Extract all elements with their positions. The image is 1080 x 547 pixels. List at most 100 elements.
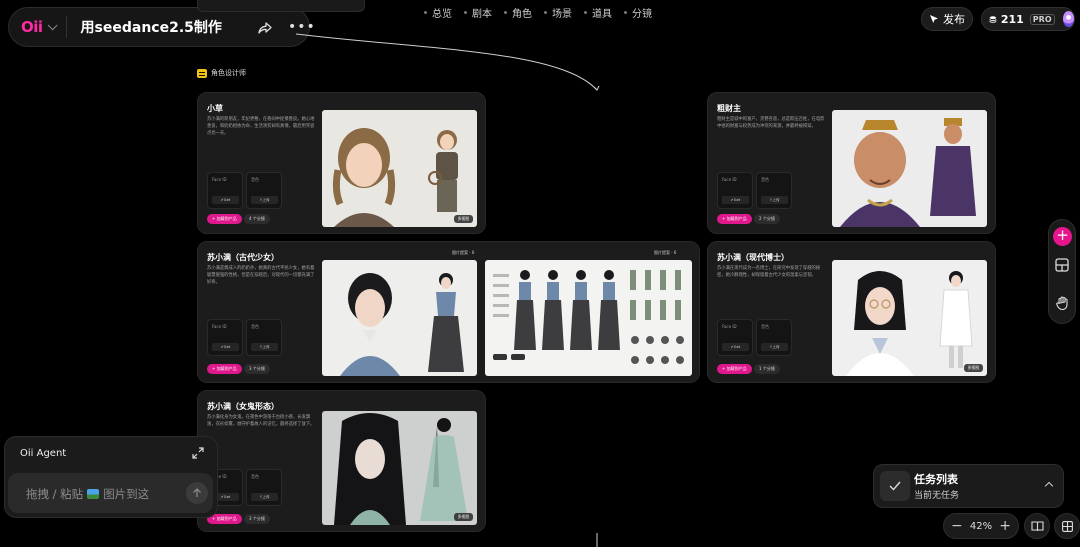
task-list-panel[interactable]: 任务列表 当前无任务 — [873, 464, 1064, 508]
character-name: 小草 — [207, 104, 223, 113]
hand-icon[interactable] — [1055, 295, 1071, 311]
task-list-title: 任务列表 — [914, 473, 958, 486]
task-list-status: 当前无任务 — [914, 491, 960, 501]
reference-tag[interactable]: + 加载到产品 — [717, 214, 752, 224]
get-button[interactable]: ✔ Get — [212, 196, 239, 204]
multi-view-badge[interactable]: 多视图 — [453, 215, 473, 223]
project-menu[interactable]: Oii 用seedance2.5制作 ••• — [8, 7, 315, 47]
zoom-level[interactable]: 42% — [970, 521, 992, 532]
multi-view-badge[interactable]: 多视图 — [453, 513, 473, 521]
upload-button[interactable]: ⇪ 上传 — [761, 196, 788, 204]
plus-icon[interactable]: + — [1053, 227, 1072, 246]
character-description: 苏小满的新朋友，年纪更稚，在巷间中捉摸善良。她心地善良，和奶奶相依为命，生活清贫… — [207, 117, 315, 136]
publish-label: 发布 — [943, 13, 965, 26]
send-icon — [930, 15, 938, 23]
agent-input[interactable]: 拖拽 / 粘贴 图片到这 — [8, 473, 213, 513]
nav-item-overview[interactable]: 总览 — [424, 5, 452, 20]
app-logo[interactable]: Oii — [21, 18, 43, 36]
character-card[interactable]: 小草 苏小满的新朋友，年纪更稚，在巷间中捉摸善良。她心地善良，和奶奶相依为命，生… — [197, 92, 486, 234]
grid-button[interactable] — [1054, 513, 1080, 539]
avatar[interactable] — [1062, 11, 1074, 27]
character-description: 苏小满在现代成为一名博士，在研究中发现了穿越的秘密，她冷静理性，却保留着古代少女… — [717, 266, 821, 278]
agent-panel: Oii Agent 拖拽 / 粘贴 图片到这 — [4, 436, 218, 518]
upload-button[interactable]: ⇪ 上传 — [761, 343, 788, 351]
character-description: 苏小满化身为女鬼，在夜色中游荡于古街小巷，长发飘逸，衣衫如雾，她守护着故人的记忆… — [207, 415, 315, 427]
character-card[interactable]: 苏小满（女鬼形态） 苏小满化身为女鬼，在夜色中游荡于古街小巷，长发飘逸，衣衫如雾… — [197, 390, 486, 532]
shot-count-tag[interactable]: 1 个分镜 — [754, 364, 780, 374]
pro-badge: PRO — [1029, 13, 1055, 25]
face-id-slot[interactable]: Face ID ✔ Get — [717, 319, 753, 356]
reference-tag[interactable]: + 加载到产品 — [717, 364, 752, 374]
reference-tag[interactable]: + 加载到产品 — [207, 214, 242, 224]
voice-slot[interactable]: 音色 ⇪ 上传 — [756, 172, 792, 209]
face-id-slot[interactable]: Face ID ✔ Get — [207, 172, 243, 209]
upload-button[interactable]: ⇪ 上传 — [251, 343, 278, 351]
shot-count-tag[interactable]: 3 个分镜 — [244, 364, 270, 374]
character-card[interactable]: 苏小满（古代少女） 苏小满是偶成人的奶奶孙，她真的古代平民少女，她有着聪慧倔强的… — [197, 241, 700, 383]
nav-item-storyboard[interactable]: 分镜 — [624, 5, 652, 20]
nav-item-scenes[interactable]: 场景 — [544, 5, 572, 20]
expand-icon[interactable] — [192, 447, 204, 459]
nav-item-script[interactable]: 剧本 — [464, 5, 492, 20]
shot-count-tag[interactable]: 4 个分镜 — [244, 214, 270, 224]
credits-count: 211 — [1000, 12, 1024, 26]
grid-icon — [1061, 520, 1073, 532]
upload-button[interactable]: ⇪ 上传 — [251, 196, 278, 204]
voice-slot[interactable]: 音色 ⇪ 上传 — [756, 319, 792, 356]
character-image[interactable] — [832, 110, 987, 227]
face-id-slot[interactable]: Face ID ✔ Get — [717, 172, 753, 209]
project-title[interactable]: 用seedance2.5制作 — [81, 17, 222, 37]
minimap-button[interactable] — [1024, 513, 1050, 539]
share-icon[interactable] — [257, 20, 273, 36]
image-proposal-tag[interactable]: 图片提案 · 6 — [452, 250, 474, 256]
voice-slot[interactable]: 音色 ⇪ 上传 — [246, 319, 282, 356]
character-name: 苏小满（现代博士） — [717, 253, 789, 262]
character-name: 苏小满（古代少女） — [207, 253, 279, 262]
chevron-down-icon[interactable] — [47, 19, 58, 30]
reference-tag[interactable]: + 加载到产品 — [207, 364, 242, 374]
check-icon — [880, 471, 910, 501]
node-fragment — [197, 0, 365, 12]
canvas-toolbar: + — [1048, 219, 1076, 324]
send-button[interactable] — [186, 482, 208, 504]
sunglasses-emoji-icon — [197, 68, 207, 78]
character-card[interactable]: 苏小满（现代博士） 苏小满在现代成为一名博士，在研究中发现了穿越的秘密，她冷静理… — [707, 241, 996, 383]
upload-button[interactable]: ⇪ 上传 — [251, 493, 278, 501]
section-label: 角色设计师 — [197, 68, 246, 78]
get-button[interactable]: ✔ Get — [722, 196, 749, 204]
character-image[interactable]: 多视图 — [322, 110, 477, 227]
character-description: 粗财主是城中的富户，贪婪吝啬，总是欺压百姓，在电影中他的财富与权势成为冲突的来源… — [717, 117, 825, 129]
divider — [65, 16, 67, 38]
character-image[interactable] — [322, 260, 477, 376]
layout-icon[interactable] — [1055, 258, 1069, 272]
credits-badge[interactable]: 211 PRO — [981, 7, 1075, 31]
get-button[interactable]: ✔ Get — [722, 343, 749, 351]
image-proposal-tag[interactable]: 图片提案 · 6 — [654, 250, 676, 256]
turnaround-sheet[interactable] — [485, 260, 692, 376]
arrow-up-icon — [193, 488, 201, 497]
voice-slot[interactable]: 音色 ⇪ 上传 — [246, 172, 282, 209]
nav-item-props[interactable]: 道具 — [584, 5, 612, 20]
shot-count-tag[interactable]: 3 个分镜 — [244, 514, 270, 524]
chevron-up-icon[interactable] — [1044, 481, 1054, 491]
character-name: 粗财主 — [717, 104, 741, 113]
top-nav: 总览 剧本 角色 场景 道具 分镜 — [424, 5, 652, 20]
image-icon — [87, 489, 100, 499]
coin-stack-icon — [989, 15, 997, 23]
character-card[interactable]: 粗财主 粗财主是城中的富户，贪婪吝啬，总是欺压百姓，在电影中他的财富与权势成为冲… — [707, 92, 996, 234]
character-description: 苏小满是偶成人的奶奶孙，她真的古代平民少女，她有着聪慧倔强的性格，但是在穿越后，… — [207, 266, 315, 285]
character-name: 苏小满（女鬼形态） — [207, 402, 279, 411]
face-id-slot[interactable]: Face ID ✔ Get — [207, 319, 243, 356]
character-image[interactable]: 多视图 — [832, 260, 987, 376]
multi-view-badge[interactable]: 多视图 — [963, 364, 983, 372]
shot-count-tag[interactable]: 2 个分镜 — [754, 214, 780, 224]
get-button[interactable]: ✔ Get — [212, 343, 239, 351]
zoom-control: − 42% + — [943, 513, 1019, 539]
voice-slot[interactable]: 音色 ⇪ 上传 — [246, 469, 282, 506]
publish-button[interactable]: 发布 — [921, 7, 973, 31]
character-image[interactable]: 多视图 — [322, 411, 477, 525]
zoom-in-button[interactable]: + — [999, 518, 1011, 534]
zoom-out-button[interactable]: − — [951, 518, 963, 534]
more-icon[interactable]: ••• — [288, 20, 315, 36]
nav-item-characters[interactable]: 角色 — [504, 5, 532, 20]
